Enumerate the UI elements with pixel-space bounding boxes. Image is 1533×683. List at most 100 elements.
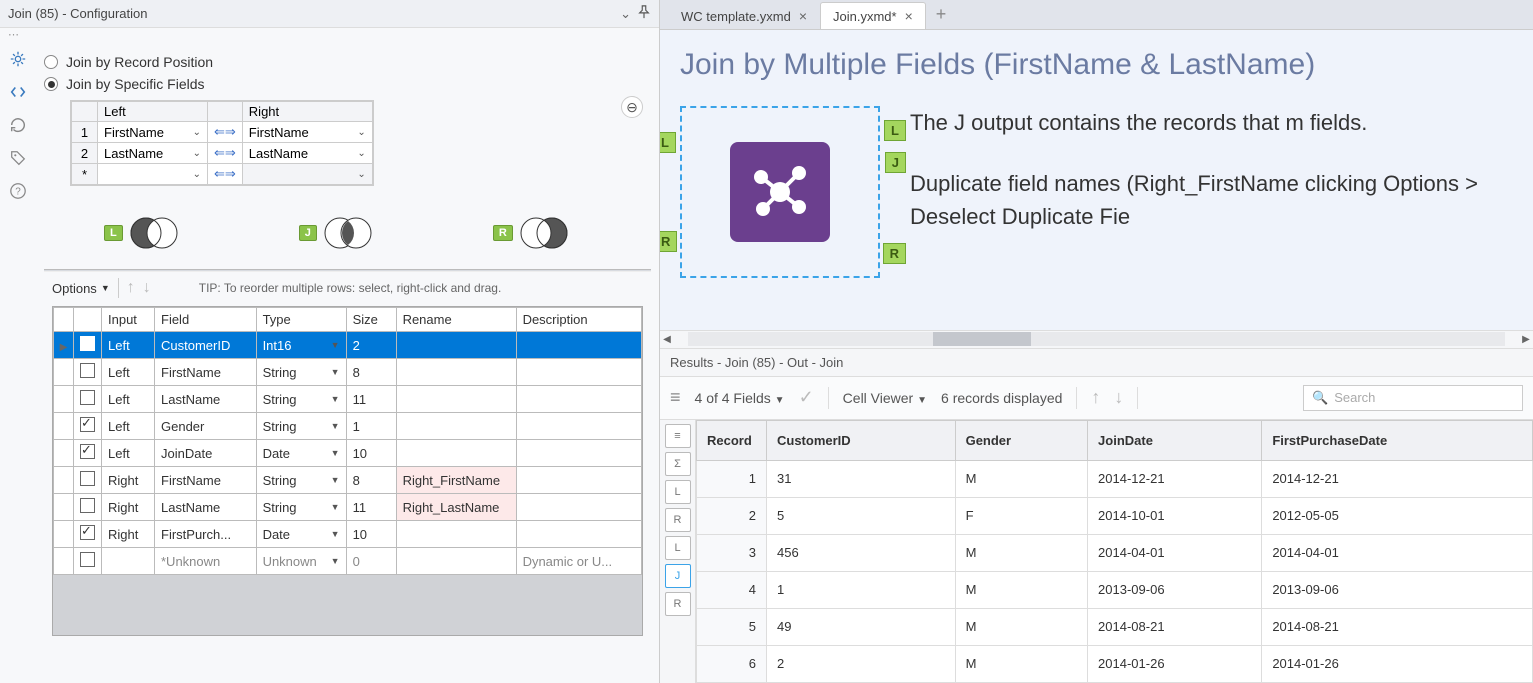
fields-summary-dropdown[interactable]: 4 of 4 Fields ▼ [695, 390, 785, 406]
cell-size[interactable]: 2 [346, 332, 396, 359]
cell-desc[interactable] [516, 467, 641, 494]
cell-desc[interactable] [516, 440, 641, 467]
rs-btn-j-out[interactable]: J [665, 564, 691, 588]
field-row[interactable]: Right FirstPurch... Date▼ 10 [54, 521, 642, 548]
checkbox[interactable] [80, 336, 95, 351]
checkbox[interactable] [80, 444, 95, 459]
cell-size[interactable]: 10 [346, 521, 396, 548]
col-input[interactable]: Input [102, 308, 155, 332]
cell-rename[interactable] [396, 440, 516, 467]
swap-icon[interactable]: ⇐⇒ [208, 143, 243, 164]
swap-icon[interactable]: ⇐⇒ [208, 122, 243, 143]
refresh-icon[interactable] [9, 116, 27, 139]
cell-type[interactable]: Unknown▼ [256, 548, 346, 575]
rs-btn-sigma[interactable]: Σ [665, 452, 691, 476]
field-row[interactable]: Left JoinDate Date▼ 10 [54, 440, 642, 467]
col-customerid[interactable]: CustomerID [767, 420, 956, 460]
left-field-dropdown[interactable]: LastName⌄ [98, 143, 208, 164]
col-desc[interactable]: Description [516, 308, 641, 332]
scroll-left-icon[interactable]: ◀ [660, 334, 674, 345]
cell-rename[interactable]: Right_FirstName [396, 467, 516, 494]
field-row[interactable]: Right LastName String▼ 11 Right_LastName [54, 494, 642, 521]
rs-btn-r-out[interactable]: R [665, 592, 691, 616]
col-type[interactable]: Type [256, 308, 346, 332]
field-row[interactable]: Right FirstName String▼ 8 Right_FirstNam… [54, 467, 642, 494]
add-tab-button[interactable]: + [926, 0, 957, 29]
close-icon[interactable]: × [799, 8, 807, 24]
cell-rename[interactable] [396, 521, 516, 548]
rs-btn-list[interactable]: ≡ [665, 424, 691, 448]
field-row[interactable]: Left FirstName String▼ 8 [54, 359, 642, 386]
results-row[interactable]: 5 49 M 2014-08-21 2014-08-21 [697, 608, 1533, 645]
cell-type[interactable]: String▼ [256, 413, 346, 440]
col-record[interactable]: Record [697, 420, 767, 460]
rs-btn-l[interactable]: L [665, 480, 691, 504]
collapse-section-icon[interactable]: ⊖ [621, 96, 643, 118]
rs-btn-l-out[interactable]: L [665, 536, 691, 560]
join-tool-node[interactable]: L R L J R [680, 106, 880, 278]
anchor-j-out[interactable]: J [885, 152, 906, 173]
cell-rename[interactable] [396, 359, 516, 386]
venn-left[interactable]: L [104, 215, 179, 251]
checkbox[interactable] [80, 363, 95, 378]
results-row[interactable]: 3 456 M 2014-04-01 2014-04-01 [697, 534, 1533, 571]
cell-type[interactable]: String▼ [256, 359, 346, 386]
nav-up-icon[interactable]: ↑ [1091, 387, 1100, 408]
move-up-icon[interactable]: ↑ [127, 279, 135, 297]
col-firstpurchase[interactable]: FirstPurchaseDate [1262, 420, 1533, 460]
rs-btn-r[interactable]: R [665, 508, 691, 532]
cell-size[interactable]: 10 [346, 440, 396, 467]
horizontal-scrollbar[interactable]: ◀ ▶ [660, 330, 1533, 348]
cell-type[interactable]: String▼ [256, 494, 346, 521]
options-dropdown[interactable]: Options▼ [52, 281, 110, 296]
checkbox[interactable] [80, 552, 95, 567]
check-icon[interactable]: ✓ [799, 387, 814, 408]
cell-size[interactable]: 1 [346, 413, 396, 440]
cell-size[interactable]: 8 [346, 359, 396, 386]
tab-wc-template[interactable]: WC template.yxmd × [668, 2, 820, 29]
results-row[interactable]: 2 5 F 2014-10-01 2012-05-05 [697, 497, 1533, 534]
venn-right[interactable]: R [493, 215, 569, 251]
left-field-dropdown[interactable]: ⌄ [98, 164, 208, 185]
scrollbar-thumb[interactable] [933, 332, 1031, 346]
venn-join[interactable]: J [299, 215, 373, 251]
cell-rename[interactable] [396, 386, 516, 413]
results-row[interactable]: 1 31 M 2014-12-21 2014-12-21 [697, 460, 1533, 497]
cell-size[interactable]: 11 [346, 386, 396, 413]
scroll-right-icon[interactable]: ▶ [1519, 334, 1533, 345]
checkbox[interactable] [80, 498, 95, 513]
cell-rename[interactable]: Right_LastName [396, 494, 516, 521]
checkbox[interactable] [80, 390, 95, 405]
field-row[interactable]: ▶ Left CustomerID Int16▼ 2 [54, 332, 642, 359]
radio-record-position[interactable]: Join by Record Position [44, 54, 651, 70]
cell-size[interactable]: 11 [346, 494, 396, 521]
cell-rename[interactable] [396, 413, 516, 440]
cell-size[interactable]: 0 [346, 548, 396, 575]
drag-handle[interactable]: ⋯ [0, 28, 659, 46]
left-field-dropdown[interactable]: FirstName⌄ [98, 122, 208, 143]
field-row[interactable]: Left Gender String▼ 1 [54, 413, 642, 440]
col-gender[interactable]: Gender [955, 420, 1087, 460]
col-field[interactable]: Field [155, 308, 257, 332]
cell-desc[interactable] [516, 386, 641, 413]
right-field-dropdown[interactable]: ⌄ [242, 164, 372, 185]
right-field-dropdown[interactable]: LastName⌄ [242, 143, 372, 164]
cell-desc[interactable] [516, 332, 641, 359]
anchor-l-in[interactable]: L [660, 132, 676, 153]
help-icon[interactable]: ? [9, 182, 27, 205]
move-down-icon[interactable]: ↓ [143, 279, 151, 297]
checkbox[interactable] [80, 471, 95, 486]
tag-icon[interactable] [9, 149, 27, 172]
col-joindate[interactable]: JoinDate [1088, 420, 1262, 460]
search-input[interactable]: 🔍 Search [1303, 385, 1523, 411]
checkbox[interactable] [80, 525, 95, 540]
cell-size[interactable]: 8 [346, 467, 396, 494]
cell-rename[interactable] [396, 332, 516, 359]
cell-type[interactable]: String▼ [256, 467, 346, 494]
field-row[interactable]: Left LastName String▼ 11 [54, 386, 642, 413]
cell-type[interactable]: String▼ [256, 386, 346, 413]
anchor-r-out[interactable]: R [883, 243, 906, 264]
field-row[interactable]: *Unknown Unknown▼ 0 Dynamic or U... [54, 548, 642, 575]
cell-desc[interactable] [516, 359, 641, 386]
col-rename[interactable]: Rename [396, 308, 516, 332]
